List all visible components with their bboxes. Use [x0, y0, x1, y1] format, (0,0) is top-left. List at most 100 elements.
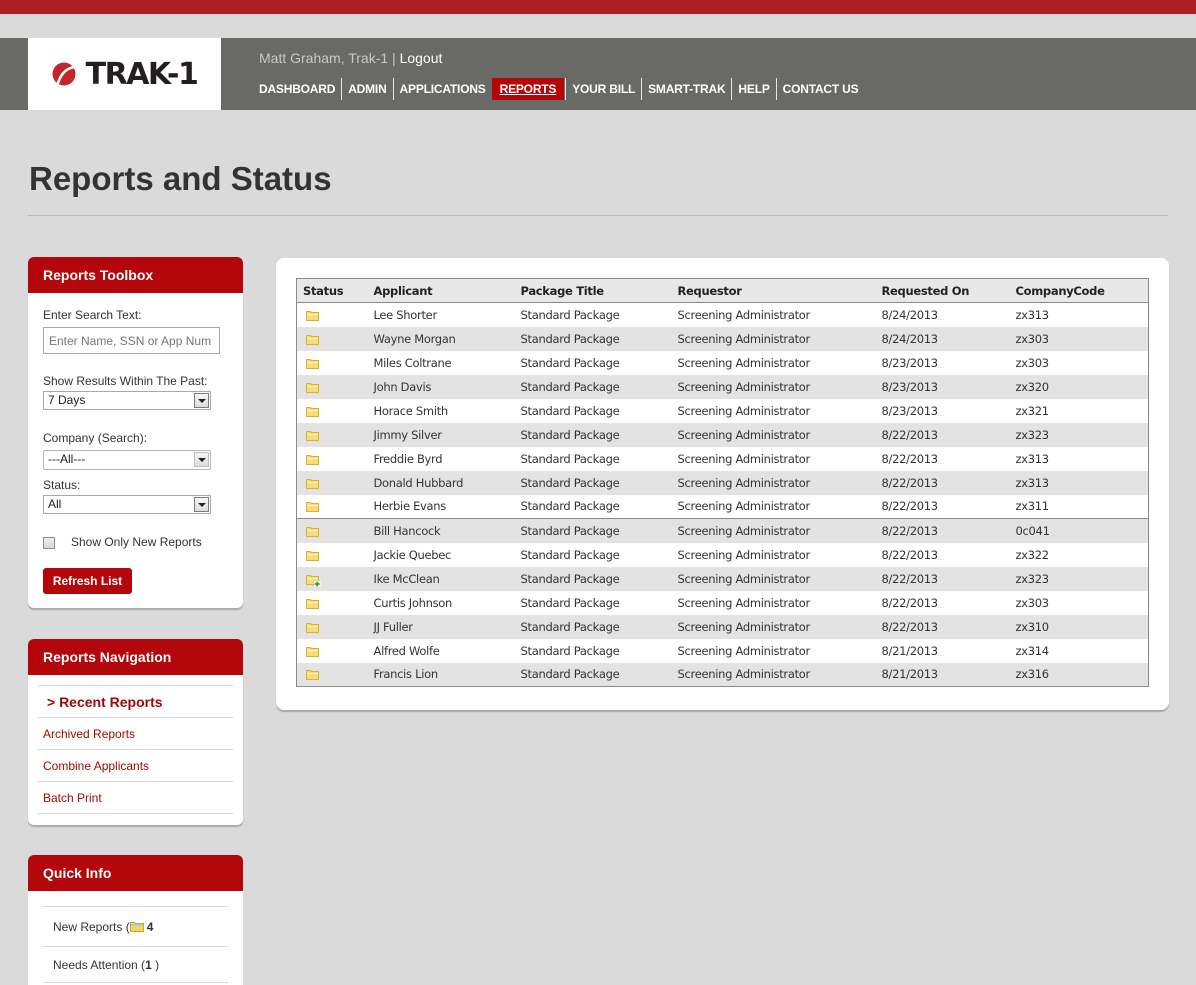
table-row[interactable]: Donald Hubbard Standard Package Screening …	[296, 470, 1149, 495]
status-select[interactable]: All	[43, 495, 211, 514]
folder-icon[interactable]	[306, 382, 319, 393]
status-cell[interactable]	[297, 351, 368, 375]
table-row[interactable]: Alfred Wolfe Standard Package Screening Ad…	[297, 639, 1149, 663]
quick-info-new-reports[interactable]: New Reports ( 4	[43, 906, 228, 946]
table-row[interactable]: JJ Fuller Standard Package Screening Admin…	[296, 614, 1149, 639]
table-row[interactable]: Lee Shorter Standard Package Screening Adm…	[297, 303, 1149, 327]
table-row[interactable]: Ike McClean Standard Package Screening Adm…	[296, 566, 1149, 591]
requested-on-cell: 8/22/2013	[881, 451, 939, 466]
status-cell[interactable]	[297, 303, 368, 327]
col-header-company-code[interactable]: CompanyCode	[1009, 278, 1149, 303]
requestor-cell: Screening Administrator	[671, 326, 876, 351]
nav-admin[interactable]: ADMIN	[342, 78, 394, 100]
nav-help[interactable]: HELP	[732, 78, 777, 100]
nav-batch-print[interactable]: Batch Print	[38, 781, 233, 813]
folder-icon[interactable]	[306, 622, 319, 633]
company-select[interactable]: ---All---	[43, 450, 211, 470]
applicant-cell[interactable]: Francis Lion	[367, 662, 515, 687]
status-cell[interactable]	[296, 374, 368, 399]
status-cell[interactable]	[297, 447, 368, 471]
applicant-cell[interactable]: Alfred Wolfe	[368, 639, 515, 663]
logout-link[interactable]: Logout	[400, 50, 443, 66]
logo[interactable]: TRAK-1	[28, 38, 221, 110]
applicant-cell[interactable]: Lee Shorter	[368, 303, 515, 327]
applicant-cell[interactable]: Horace Smith	[368, 399, 515, 423]
folder-icon[interactable]	[306, 501, 319, 513]
col-header-status[interactable]: Status	[296, 278, 368, 303]
table-row[interactable]: Miles Coltrane Standard Package Screening …	[297, 351, 1149, 375]
requestor-cell: Screening Administrator	[677, 403, 811, 418]
applicant-cell[interactable]: John Davis	[367, 374, 515, 399]
nav-contact-us[interactable]: CONTACT US	[777, 78, 865, 100]
applicant-cell[interactable]: JJ Fuller	[367, 614, 515, 639]
folder-icon[interactable]	[306, 454, 319, 465]
status-cell[interactable]	[297, 591, 368, 615]
search-input[interactable]	[43, 327, 220, 354]
table-row[interactable]: Wayne Morgan Standard Package Screening Ad…	[296, 326, 1149, 351]
status-cell[interactable]	[296, 566, 368, 591]
applicant-cell[interactable]: Miles Coltrane	[368, 351, 515, 375]
table-row[interactable]: Freddie Byrd Standard Package Screening Ad…	[297, 447, 1149, 471]
folder-icon[interactable]	[306, 526, 319, 537]
applicant-cell[interactable]: Wayne Morgan	[367, 326, 515, 351]
range-select[interactable]: 7 Days	[43, 391, 211, 410]
col-header-package-title[interactable]: Package Title	[514, 278, 672, 303]
status-cell[interactable]	[296, 326, 368, 351]
status-cell[interactable]	[297, 495, 368, 519]
status-cell[interactable]	[296, 470, 368, 495]
nav-reports[interactable]: REPORTS	[491, 78, 565, 100]
folder-icon[interactable]	[306, 358, 319, 369]
folder-icon[interactable]	[306, 406, 319, 417]
company-code-cell: zx322	[1015, 547, 1050, 562]
folder-icon[interactable]	[306, 550, 319, 561]
applicant-cell[interactable]: Curtis Johnson	[368, 591, 515, 615]
folder-new-icon[interactable]	[306, 574, 321, 587]
col-header-requestor[interactable]: Requestor	[671, 278, 876, 303]
status-cell[interactable]	[297, 639, 368, 663]
nav-combine-applicants[interactable]: Combine Applicants	[38, 749, 233, 781]
table-row[interactable]: Francis Lion Standard Package Screening Ad…	[296, 662, 1149, 687]
table-row[interactable]: John Davis Standard Package Screening Admi…	[296, 374, 1149, 399]
nav-applications[interactable]: APPLICATIONS	[394, 78, 492, 100]
applicant-cell[interactable]: Herbie Evans	[368, 495, 515, 519]
company-code-cell: zx314	[1015, 643, 1050, 658]
quick-info-needs-attention[interactable]: Needs Attention ( 1 )	[43, 946, 228, 982]
show-new-only-checkbox[interactable]	[43, 537, 55, 549]
status-cell[interactable]	[296, 422, 368, 447]
nav-smart-trak[interactable]: SMART-TRAK	[642, 78, 733, 100]
status-cell[interactable]	[297, 543, 368, 567]
status-cell[interactable]	[296, 662, 368, 687]
status-cell[interactable]	[296, 518, 368, 543]
table-row[interactable]: Horace Smith Standard Package Screening Ad…	[297, 399, 1149, 423]
col-header-requested-on[interactable]: Requested On	[875, 278, 1010, 303]
folder-icon[interactable]	[306, 669, 319, 681]
nav-dashboard[interactable]: DASHBOARD	[253, 78, 343, 100]
folder-icon[interactable]	[306, 478, 319, 489]
status-cell[interactable]	[297, 399, 368, 423]
table-row[interactable]: Curtis Johnson Standard Package Screening …	[297, 591, 1149, 615]
table-row[interactable]: Jackie Quebec Standard Package Screening A…	[297, 543, 1149, 567]
applicant-cell[interactable]: Donald Hubbard	[367, 470, 515, 495]
nav-archived-reports[interactable]: Archived Reports	[38, 717, 233, 749]
nav-your-bill[interactable]: YOUR BILL	[565, 78, 643, 100]
folder-icon[interactable]	[306, 598, 319, 609]
folder-icon[interactable]	[306, 310, 319, 321]
folder-icon[interactable]	[306, 334, 319, 345]
applicant-cell[interactable]: Ike McClean	[367, 566, 515, 591]
applicant-cell[interactable]: Jackie Quebec	[368, 543, 515, 567]
status-cell[interactable]	[296, 614, 368, 639]
requested-on-cell: 8/22/2013	[875, 518, 1010, 543]
show-new-only-label: Show Only New Reports	[71, 535, 202, 549]
applicant-cell[interactable]: Freddie Byrd	[368, 447, 515, 471]
nav-recent-reports[interactable]: > Recent Reports	[38, 685, 233, 717]
table-row[interactable]: Jimmy Silver Standard Package Screening Ad…	[296, 422, 1149, 447]
table-row[interactable]: Herbie Evans Standard Package Screening Ad…	[297, 495, 1149, 519]
requested-on-cell: 8/24/2013	[875, 326, 1010, 351]
col-header-applicant[interactable]: Applicant	[367, 278, 515, 303]
folder-icon[interactable]	[306, 430, 319, 441]
refresh-list-button[interactable]: Refresh List	[43, 568, 132, 594]
folder-icon[interactable]	[306, 646, 319, 657]
table-row[interactable]: Bill Hancock Standard Package Screening Ad…	[296, 518, 1149, 543]
applicant-cell[interactable]: Jimmy Silver	[367, 422, 515, 447]
applicant-cell[interactable]: Bill Hancock	[367, 518, 515, 543]
